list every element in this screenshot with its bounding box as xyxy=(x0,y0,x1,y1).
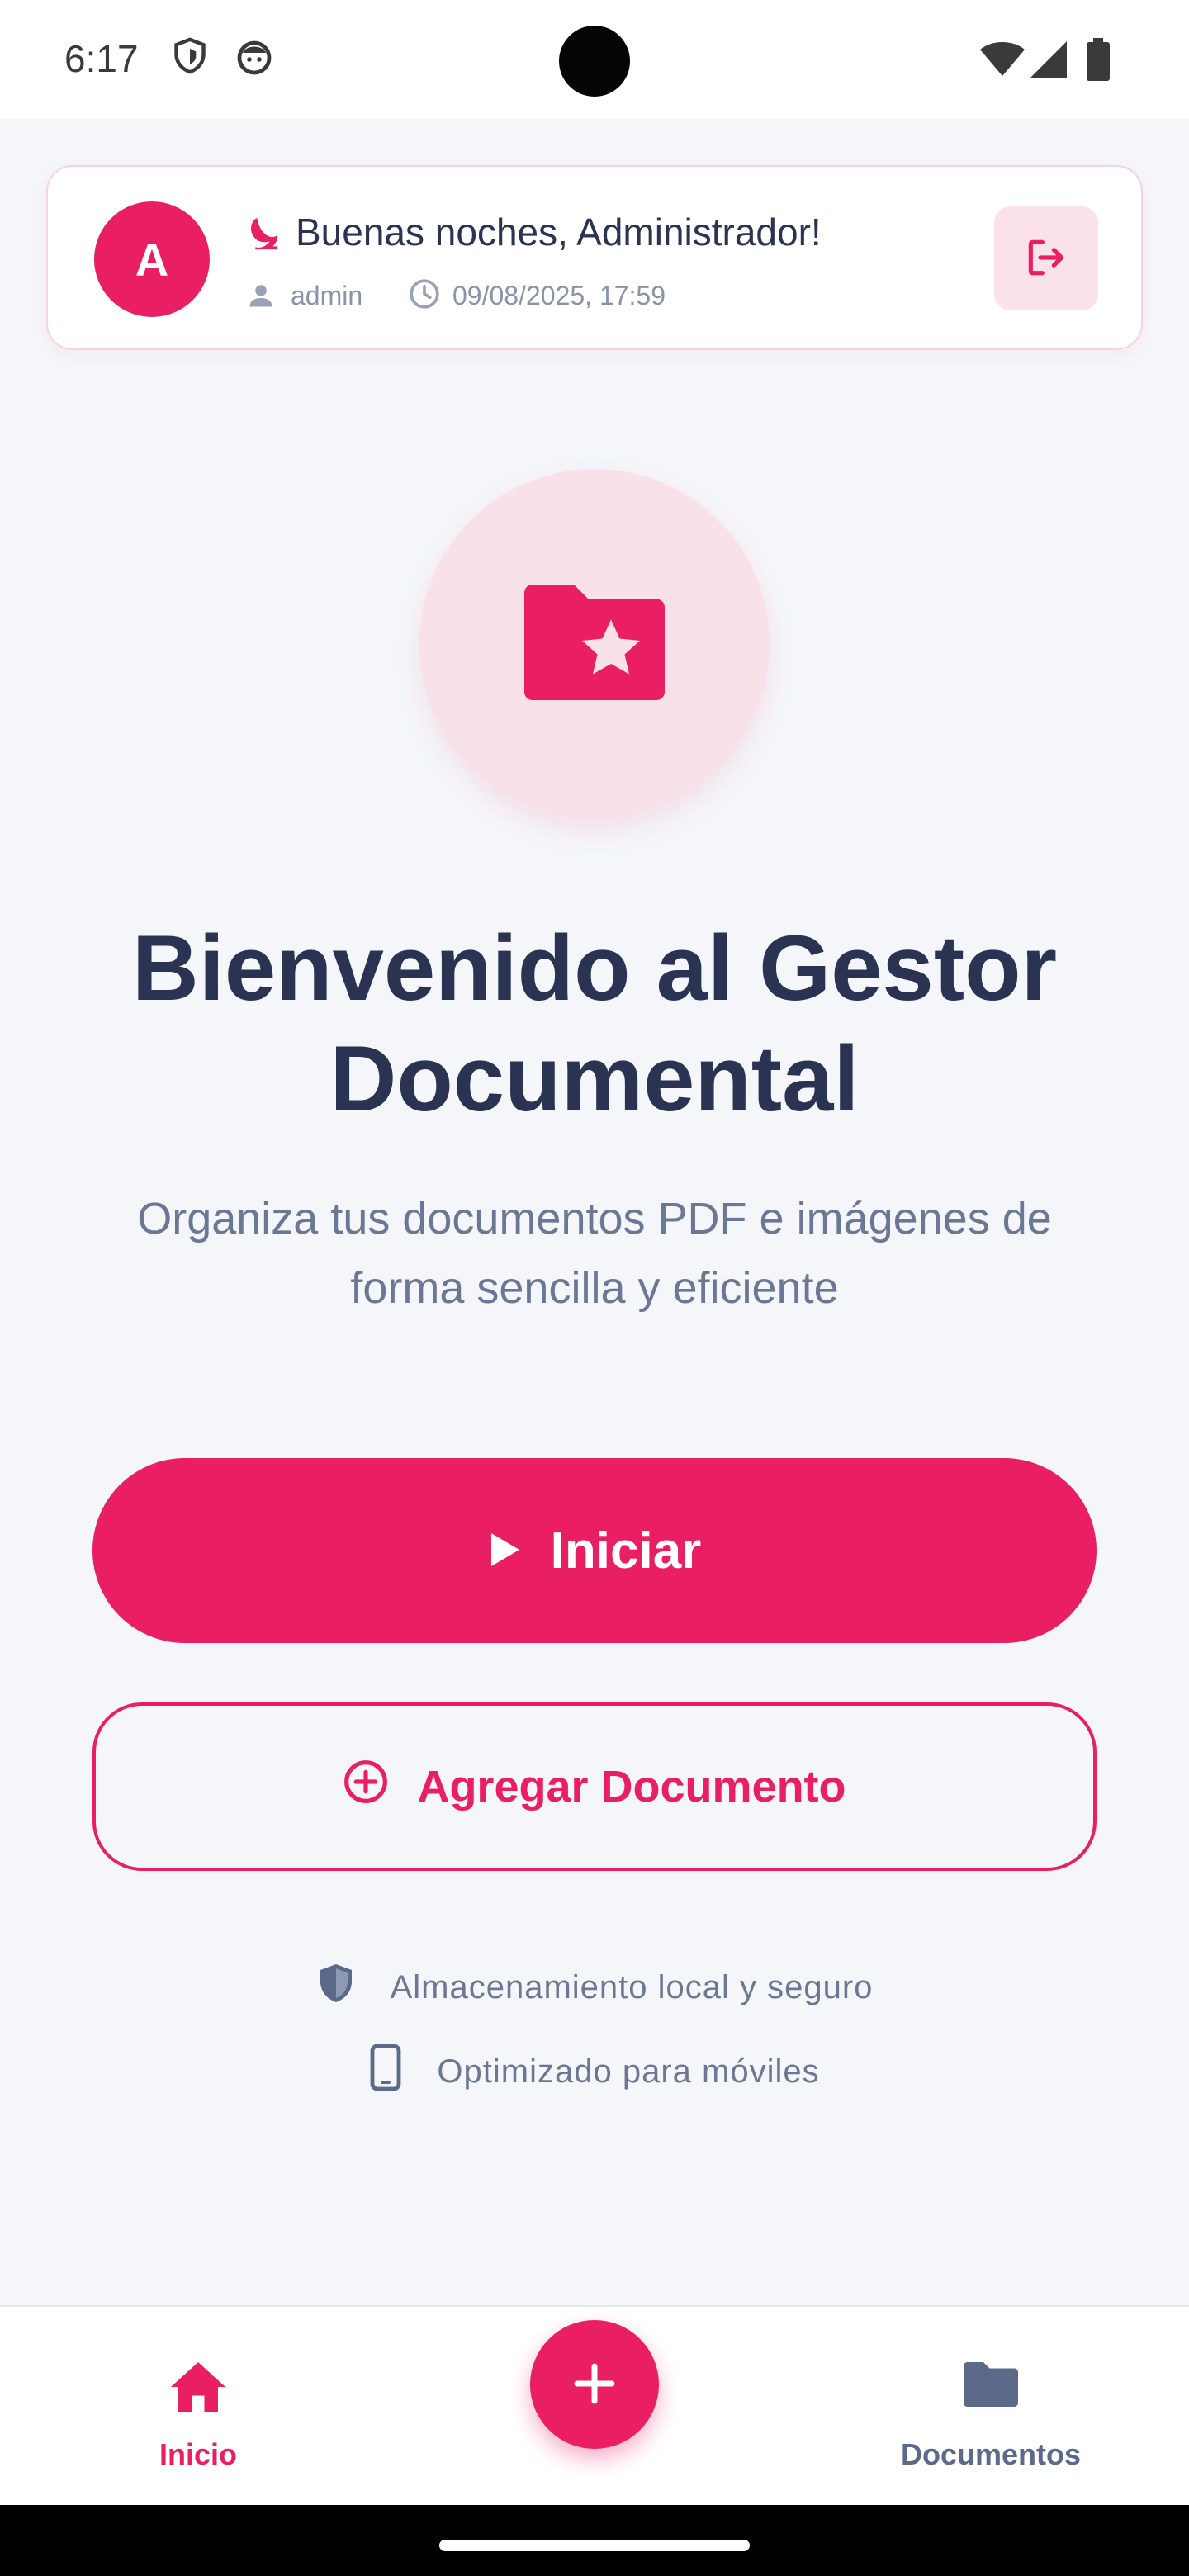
nav-item-documentos[interactable]: Documentos xyxy=(867,2307,1115,2505)
feature-mobile-optimized: Optimizado para móviles xyxy=(0,2043,1189,2099)
gesture-handle[interactable] xyxy=(439,2540,750,2551)
wifi-icon xyxy=(979,41,1026,82)
camera-cutout xyxy=(559,26,630,97)
logout-button[interactable] xyxy=(994,206,1098,310)
person-icon xyxy=(246,281,276,315)
greeting-text: Buenas noches, Administrador! xyxy=(296,211,822,253)
logout-icon xyxy=(1023,234,1069,283)
datetime-label: 09/08/2025, 17:59 xyxy=(452,281,666,310)
moon-icon xyxy=(243,215,281,257)
nav-label: Documentos xyxy=(900,2437,1082,2471)
status-bar: 6:17 xyxy=(0,0,1189,119)
avatar: A xyxy=(94,201,210,317)
feature-secure-storage: Almacenamiento local y seguro xyxy=(0,1962,1189,2013)
feature-label: Almacenamiento local y seguro xyxy=(390,1968,874,2005)
home-icon xyxy=(168,2360,228,2419)
start-button-label: Iniciar xyxy=(550,1522,702,1579)
folder-icon xyxy=(961,2360,1021,2419)
feature-label: Optimizado para móviles xyxy=(437,2053,820,2090)
nav-label: Inicio xyxy=(159,2437,237,2471)
username-label: admin xyxy=(291,281,363,310)
battery-icon xyxy=(1087,38,1110,85)
shield-icon xyxy=(316,1962,356,2013)
add-fab-button[interactable] xyxy=(530,2320,659,2449)
play-icon xyxy=(488,1522,521,1580)
clock-icon xyxy=(408,277,441,315)
page-subtitle: Organiza tus documentos PDF e imágenes d… xyxy=(137,1194,1052,1313)
folder-star-icon xyxy=(516,580,673,708)
robot-icon xyxy=(234,36,274,80)
add-document-label: Agregar Documento xyxy=(417,1762,846,1811)
status-time: 6:17 xyxy=(64,37,139,80)
mobile-icon xyxy=(369,2043,402,2099)
add-circle-icon xyxy=(343,1759,389,1816)
plus-icon xyxy=(571,2361,618,2409)
nav-item-inicio[interactable]: Inicio xyxy=(74,2307,322,2505)
add-document-button[interactable]: Agregar Documento xyxy=(92,1702,1097,1871)
cellular-icon xyxy=(1030,41,1067,82)
hero-icon-circle xyxy=(419,469,770,819)
start-button[interactable]: Iniciar xyxy=(92,1458,1097,1643)
user-greeting-card: A Buenas noches, Administrador! admin 09… xyxy=(46,165,1143,350)
page-title: Bienvenido al Gestor Documental xyxy=(131,916,1058,1130)
shield-icon xyxy=(172,36,208,80)
